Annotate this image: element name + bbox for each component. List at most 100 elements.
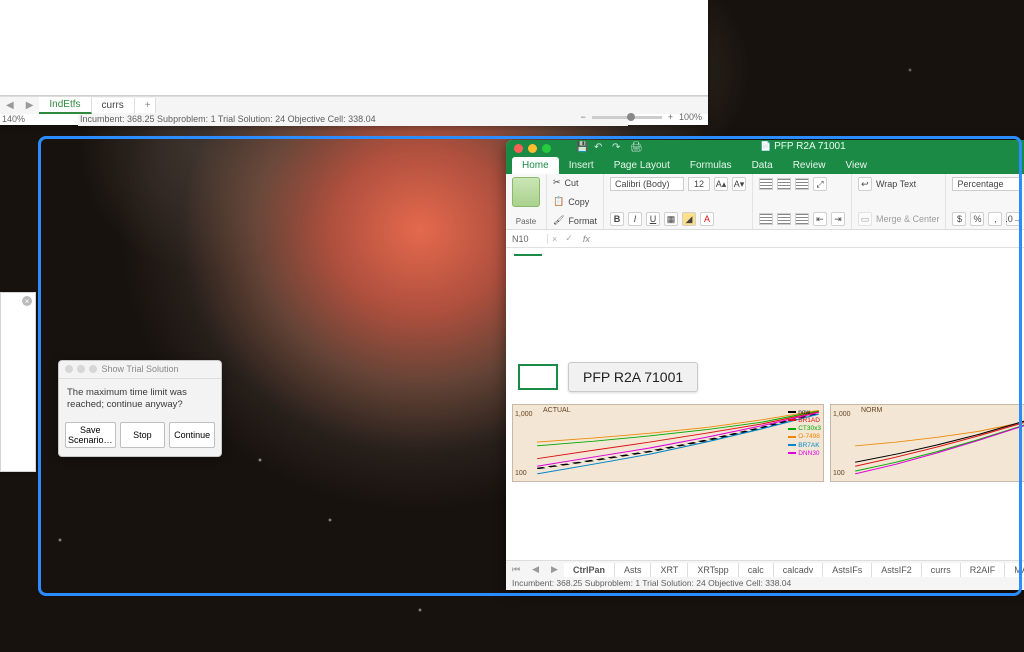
align-bottom-icon[interactable]: [795, 178, 809, 190]
undo-icon[interactable]: ↶: [594, 142, 606, 154]
border-icon[interactable]: ▦: [664, 212, 678, 226]
zoom-out-icon[interactable]: −: [580, 112, 585, 122]
sheet-tab-calc[interactable]: calc: [739, 563, 774, 577]
traffic-close-icon[interactable]: [65, 365, 73, 373]
ribbon-tab-view[interactable]: View: [835, 157, 877, 174]
underline-icon[interactable]: U: [646, 212, 660, 226]
cut-icon[interactable]: ✂: [553, 177, 561, 188]
wrap-text-button[interactable]: Wrap Text: [876, 179, 916, 189]
sheet-tab-xrtspp[interactable]: XRTspp: [688, 563, 738, 577]
sheet-tab-add[interactable]: +: [135, 98, 156, 113]
chart-actual[interactable]: ACTUAL 1,000 100 nowBR1ADCT30x3O-7498BR7…: [512, 404, 824, 482]
align-right-icon[interactable]: [795, 213, 809, 225]
save-scenario-button[interactable]: Save Scenario…: [65, 422, 116, 448]
sheet-tab-currs[interactable]: currs: [922, 563, 961, 577]
sheet-tab-ctrlpan[interactable]: CtrlPan: [564, 563, 615, 577]
increase-font-icon[interactable]: A▴: [714, 177, 728, 191]
format-painter-icon[interactable]: 🖌: [553, 215, 564, 226]
chart-plot: [855, 409, 1024, 477]
worksheet-area[interactable]: PFP R2A 71001 ACTUAL 1,000 100 nowBR1ADC…: [506, 248, 1024, 512]
zoom-slider[interactable]: [592, 116, 662, 119]
paste-label: Paste: [516, 217, 536, 226]
sheet-tab-asts[interactable]: Asts: [615, 563, 652, 577]
tab-nav-prev-icon[interactable]: ◀: [0, 100, 20, 111]
dialog-title: Show Trial Solution: [101, 364, 178, 374]
fx-confirm-icon[interactable]: ✓: [561, 233, 577, 244]
merge-icon: ▭: [858, 212, 872, 226]
align-middle-icon[interactable]: [777, 178, 791, 190]
dialog-message: The maximum time limit was reached; cont…: [59, 379, 221, 422]
increase-decimal-icon[interactable]: .0→: [1006, 212, 1020, 226]
font-name-select[interactable]: Calibri (Body): [610, 177, 684, 191]
tab-nav-first-icon[interactable]: ⏮: [506, 564, 526, 575]
traffic-min-icon[interactable]: [528, 144, 537, 153]
font-color-icon[interactable]: A: [700, 212, 714, 226]
continue-button[interactable]: Continue: [169, 422, 215, 448]
traffic-zoom-icon[interactable]: [89, 365, 97, 373]
paste-icon[interactable]: [512, 177, 540, 207]
wrap-merge-group: ↩Wrap Text ▭Merge & Center: [852, 174, 947, 229]
align-left-icon[interactable]: [759, 213, 773, 225]
save-icon[interactable]: 💾: [576, 142, 588, 154]
ribbon-tab-review[interactable]: Review: [783, 157, 836, 174]
ribbon-tab-formulas[interactable]: Formulas: [680, 157, 742, 174]
chart-norm[interactable]: NORM 1,000 100: [830, 404, 1024, 482]
redo-icon[interactable]: ↷: [612, 142, 624, 154]
stop-button[interactable]: Stop: [120, 422, 166, 448]
ribbon-tab-page-layout[interactable]: Page Layout: [604, 157, 680, 174]
fill-color-icon[interactable]: ◢: [682, 212, 696, 226]
indent-inc-icon[interactable]: ⇥: [831, 212, 845, 226]
comma-icon[interactable]: ,: [988, 212, 1002, 226]
traffic-min-icon[interactable]: [77, 365, 85, 373]
align-center-icon[interactable]: [777, 213, 791, 225]
solver-dialog: Show Trial Solution The maximum time lim…: [58, 360, 222, 457]
traffic-zoom-icon[interactable]: [542, 144, 551, 153]
print-icon[interactable]: 🖨: [630, 142, 642, 154]
legend-item: CT30x3: [788, 425, 821, 433]
solver-status-text: Incumbent: 368.25 Subproblem: 1 Trial So…: [506, 578, 1024, 590]
bold-icon[interactable]: B: [610, 212, 624, 226]
legend-item: BR1AD: [788, 417, 821, 425]
cell-marker: [514, 254, 542, 256]
sheet-tab-astsif2[interactable]: AstsIF2: [872, 563, 922, 577]
tab-nav-next-icon[interactable]: ▶: [20, 100, 40, 111]
currency-icon[interactable]: $: [952, 212, 966, 226]
zoom-in-icon[interactable]: +: [668, 112, 673, 122]
sheet-tab-active[interactable]: IndEtfs: [39, 97, 91, 114]
percent-icon[interactable]: %: [970, 212, 984, 226]
number-format-select[interactable]: Percentage: [952, 177, 1022, 191]
legend-item: O-7498: [788, 433, 821, 441]
fx-cancel-icon[interactable]: ×: [548, 234, 561, 244]
font-size-select[interactable]: 12: [688, 177, 710, 191]
y-tick: 1,000: [833, 411, 851, 418]
format-label[interactable]: Format: [568, 216, 597, 226]
ribbon-tab-home[interactable]: Home: [512, 157, 559, 174]
copy-icon[interactable]: 📋: [553, 196, 564, 207]
clipboard-group: Paste: [506, 174, 547, 229]
sheet-tab-xrt[interactable]: XRT: [651, 563, 688, 577]
cut-label[interactable]: Cut: [565, 178, 579, 188]
orientation-icon[interactable]: ⤢: [813, 177, 827, 191]
tab-nav-next-icon[interactable]: ▶: [545, 564, 564, 575]
selected-cell[interactable]: [518, 364, 558, 390]
tab-nav-prev-icon[interactable]: ◀: [526, 564, 545, 575]
name-box[interactable]: N10: [506, 234, 548, 244]
align-top-icon[interactable]: [759, 178, 773, 190]
copy-label[interactable]: Copy: [568, 197, 589, 207]
close-icon[interactable]: ×: [22, 296, 32, 306]
sheet-tab-other[interactable]: currs: [92, 98, 135, 113]
sheet-tab-r2aif[interactable]: R2AIF: [961, 563, 1006, 577]
sheet-tab-match[interactable]: MATCH: [1005, 563, 1024, 577]
ribbon: Paste ✂Cut 📋Copy 🖌Format Calibri (Body) …: [506, 174, 1024, 230]
italic-icon[interactable]: I: [628, 212, 642, 226]
fx-icon[interactable]: fx: [577, 234, 596, 244]
ribbon-tab-insert[interactable]: Insert: [559, 157, 604, 174]
legend-item: BR7AK: [788, 442, 821, 450]
wrap-icon[interactable]: ↩: [858, 177, 872, 191]
traffic-close-icon[interactable]: [514, 144, 523, 153]
indent-dec-icon[interactable]: ⇤: [813, 212, 827, 226]
ribbon-tab-data[interactable]: Data: [742, 157, 783, 174]
decrease-font-icon[interactable]: A▾: [732, 177, 746, 191]
sheet-tab-astsifs[interactable]: AstsIFs: [823, 563, 872, 577]
sheet-tab-calcadv[interactable]: calcadv: [774, 563, 824, 577]
